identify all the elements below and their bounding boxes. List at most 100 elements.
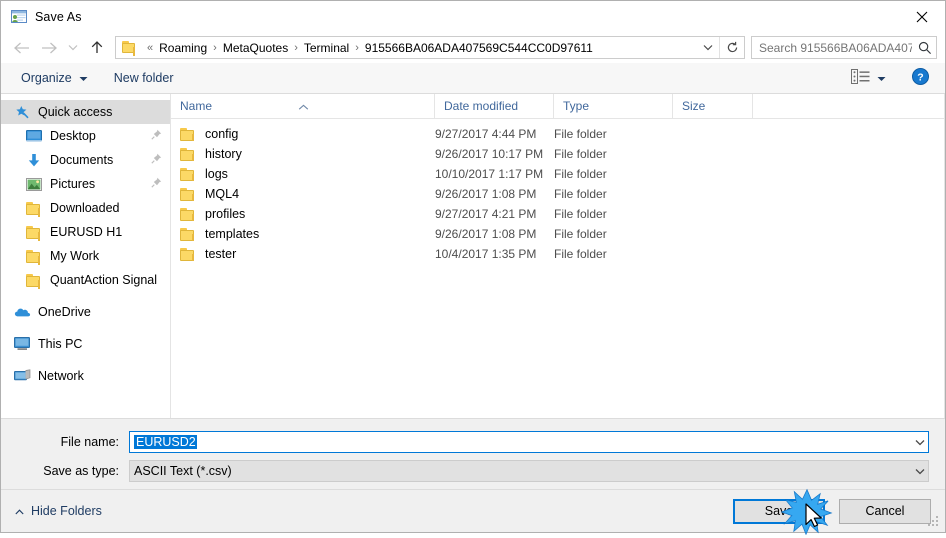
pin-icon[interactable] — [151, 153, 162, 167]
forward-button[interactable] — [35, 36, 63, 60]
help-icon: ? — [912, 68, 929, 88]
sidebar-item-desktop[interactable]: Desktop — [1, 124, 170, 148]
sidebar-item-label: My Work — [50, 249, 100, 263]
save-as-dialog: Save As « Roaming › MetaQuotes › Termina… — [0, 0, 946, 536]
organize-label: Organize — [21, 71, 72, 85]
file-name-cell: templates — [171, 227, 435, 241]
recent-locations-chevron-down-icon[interactable] — [63, 36, 83, 60]
sidebar-item-this-pc[interactable]: This PC — [1, 332, 170, 356]
resize-grip[interactable] — [928, 516, 941, 529]
help-button[interactable]: ? — [908, 66, 933, 90]
save-as-type-label: Save as type: — [43, 464, 119, 478]
sidebar-item-quick-access[interactable]: Quick access — [1, 100, 170, 124]
file-name-cell: history — [171, 147, 435, 161]
file-date-cell: 9/26/2017 1:08 PM — [435, 227, 537, 241]
organize-chevron-down-icon — [79, 71, 88, 85]
sidebar-item-network[interactable]: Network — [1, 364, 170, 388]
file-name: templates — [205, 227, 260, 241]
command-toolbar: Organize New folder ? — [1, 63, 945, 94]
file-name-row: File name: EURUSD2 — [17, 431, 929, 453]
file-list-pane: Name Date modified Type Size config 9/27… — [171, 93, 945, 418]
hide-folders-button[interactable]: Hide Folders — [15, 504, 102, 518]
breadcrumb-separator[interactable]: › — [351, 42, 363, 54]
back-button[interactable] — [7, 36, 35, 60]
address-chevron-down-icon[interactable] — [697, 37, 719, 58]
breadcrumb-item-terminal-id[interactable]: 915566BA06ADA407569C544CC0D97611 — [363, 41, 595, 55]
table-row[interactable]: MQL4 9/26/2017 1:08 PM File folder — [171, 184, 944, 204]
sidebar-item-eurusd-h1[interactable]: EURUSD H1 — [1, 220, 170, 244]
column-header-size[interactable]: Size — [673, 93, 753, 119]
table-row[interactable]: config 9/27/2017 4:44 PM File folder — [171, 124, 944, 144]
file-name: tester — [205, 247, 237, 261]
sidebar-item-label: This PC — [38, 337, 83, 351]
save-as-type-value[interactable]: ASCII Text (*.csv) — [130, 464, 911, 478]
breadcrumb-separator[interactable]: › — [209, 42, 221, 54]
desktop-icon — [25, 128, 43, 144]
close-button[interactable] — [899, 1, 945, 32]
table-row[interactable]: history 9/26/2017 10:17 PM File folder — [171, 144, 944, 164]
view-chevron-down-icon[interactable] — [877, 71, 886, 85]
sidebar-item-label: Quick access — [38, 105, 113, 119]
file-name: history — [205, 147, 242, 161]
table-row[interactable]: templates 9/26/2017 1:08 PM File folder — [171, 224, 944, 244]
sidebar-item-my-work[interactable]: My Work — [1, 244, 170, 268]
breadcrumb-item-roaming[interactable]: Roaming — [157, 41, 209, 55]
table-row[interactable]: profiles 9/27/2017 4:21 PM File folder — [171, 204, 944, 224]
column-header-label: Type — [563, 98, 590, 113]
column-header-label: Size — [682, 98, 706, 113]
sidebar-item-pictures[interactable]: Pictures — [1, 172, 170, 196]
save-as-type-chevron-down-icon[interactable] — [911, 461, 928, 481]
pin-icon[interactable] — [151, 129, 162, 143]
file-name-value-wrap[interactable]: EURUSD2 — [130, 435, 911, 449]
search-icon[interactable] — [914, 37, 936, 58]
file-name-chevron-down-icon[interactable] — [911, 432, 928, 452]
sidebar-item-onedrive[interactable]: OneDrive — [1, 300, 170, 324]
up-button[interactable] — [83, 36, 111, 60]
refresh-icon[interactable] — [720, 37, 744, 58]
file-type-cell: File folder — [554, 147, 607, 161]
file-type-cell: File folder — [554, 247, 607, 261]
file-date-cell: 9/26/2017 10:17 PM — [435, 147, 544, 161]
file-date-cell: 10/4/2017 1:35 PM — [435, 247, 537, 261]
navigation-pane: Quick access Desktop Documents Pictures … — [1, 94, 171, 418]
sidebar-item-downloaded[interactable]: Downloaded — [1, 196, 170, 220]
breadcrumb: « Roaming › MetaQuotes › Terminal › 9155… — [143, 41, 697, 55]
file-date-cell: 10/10/2017 1:17 PM — [435, 167, 544, 181]
this-pc-icon — [13, 336, 31, 352]
new-folder-label: New folder — [113, 71, 174, 85]
folder-icon — [180, 187, 196, 201]
sidebar-item-quantaction-signal[interactable]: QuantAction Signal — [1, 268, 170, 292]
table-row[interactable]: tester 10/4/2017 1:35 PM File folder — [171, 244, 944, 264]
search-box[interactable] — [751, 36, 937, 59]
address-bar[interactable]: « Roaming › MetaQuotes › Terminal › 9155… — [115, 36, 745, 59]
sidebar-item-label: Pictures — [50, 177, 96, 191]
new-folder-button[interactable]: New folder — [108, 66, 180, 90]
hide-folders-label: Hide Folders — [31, 504, 102, 518]
table-row[interactable]: logs 10/10/2017 1:17 PM File folder — [171, 164, 944, 184]
file-type-cell: File folder — [554, 167, 607, 181]
search-input[interactable] — [752, 39, 914, 56]
sidebar-item-label: OneDrive — [38, 305, 91, 319]
file-name-combobox[interactable]: EURUSD2 — [129, 431, 929, 453]
save-as-type-combobox[interactable]: ASCII Text (*.csv) — [129, 460, 929, 482]
breadcrumb-item-metaquotes[interactable]: MetaQuotes — [221, 41, 290, 55]
file-name-input[interactable]: EURUSD2 — [134, 435, 197, 449]
column-header-name[interactable]: Name — [171, 93, 435, 119]
column-header-label: Name — [180, 98, 213, 113]
folder-icon — [25, 272, 43, 289]
metatrader-window-icon — [11, 9, 27, 25]
file-type-row: Save as type: ASCII Text (*.csv) — [17, 460, 929, 482]
cancel-button[interactable]: Cancel — [839, 498, 931, 524]
pin-icon[interactable] — [151, 177, 162, 191]
column-header-type[interactable]: Type — [554, 93, 673, 119]
column-header-date-modified[interactable]: Date modified — [435, 93, 554, 119]
network-icon — [13, 368, 31, 384]
view-list-icon — [851, 69, 870, 87]
breadcrumb-item-terminal[interactable]: Terminal — [302, 41, 351, 55]
dialog-footer: Hide Folders Save Cancel — [1, 489, 945, 532]
save-button[interactable]: Save — [733, 498, 825, 524]
sidebar-item-documents[interactable]: Documents — [1, 148, 170, 172]
organize-button[interactable]: Organize — [15, 66, 94, 90]
change-view-button[interactable] — [847, 66, 890, 90]
breadcrumb-separator[interactable]: › — [290, 42, 302, 54]
